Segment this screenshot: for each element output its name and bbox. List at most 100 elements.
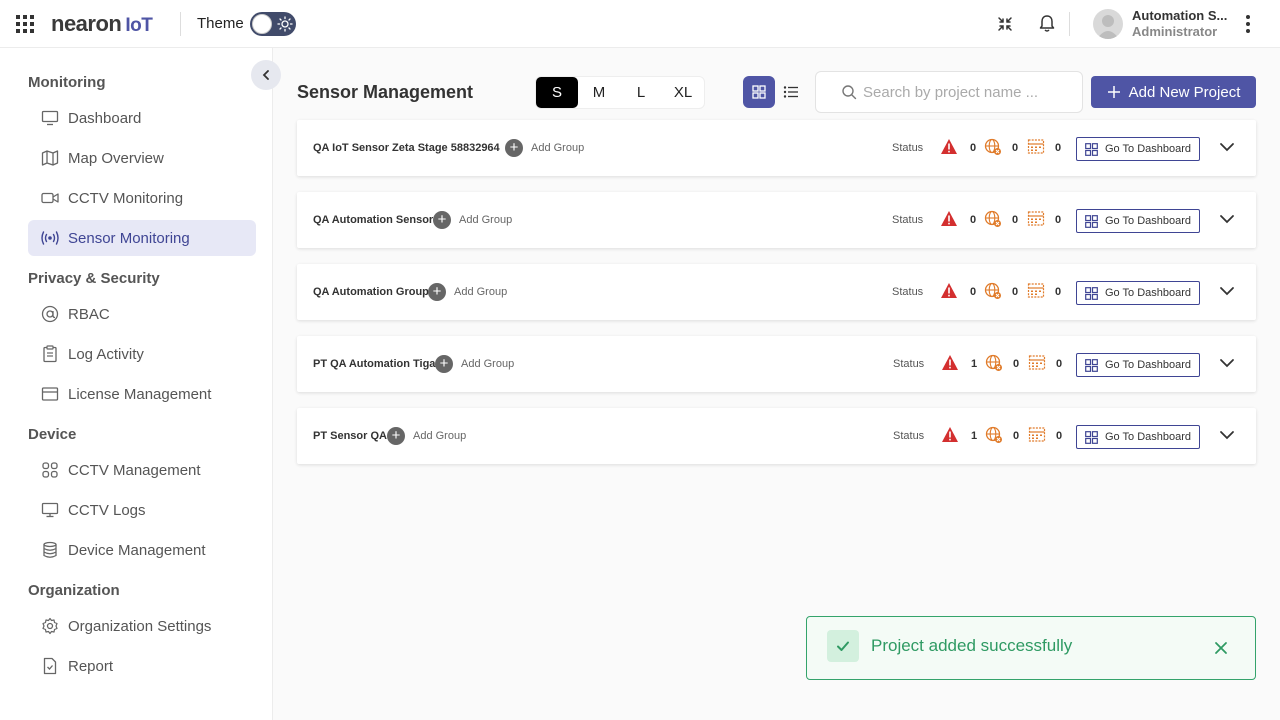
sidebar-item-label: RBAC [68,305,110,323]
project-name: QA IoT Sensor Zeta Stage 58832964 [313,142,500,154]
calendar-count: 0 [1056,358,1063,370]
sidebar: Monitoring Dashboard Map Overview CCTV M… [0,48,281,720]
project-card[interactable]: PT QA Automation Tiga + Add Group Status 1 0 0… [297,336,1256,392]
go-to-dashboard-button[interactable]: Go To Dashboard [1076,281,1200,305]
grid-view-button[interactable] [743,76,775,108]
toggle-knob [252,14,272,34]
sidebar-item-cctv-monitoring[interactable]: CCTV Monitoring [28,180,256,216]
calendar-schedule-icon [1028,427,1046,442]
warning-icon [941,211,957,226]
sidebar-item-organization-settings[interactable]: Organization Settings [28,608,256,644]
app-logo[interactable]: nearon IoT [51,11,153,37]
apps-grid-icon[interactable] [16,15,34,33]
status-label: Status [892,142,924,154]
add-group-button[interactable]: + Add Group [433,211,512,229]
go-to-dashboard-label: Go To Dashboard [1104,215,1192,227]
avatar[interactable] [1093,9,1123,39]
bell-icon[interactable] [1038,14,1056,33]
close-icon[interactable] [1213,640,1229,656]
theme-toggle[interactable] [250,12,296,36]
add-group-button[interactable]: + Add Group [387,427,466,445]
sidebar-item-license-management[interactable]: License Management [28,376,256,412]
add-group-button[interactable]: + Add Group [428,283,507,301]
sidebar-item-cctv-management[interactable]: CCTV Management [28,452,256,488]
alert-count: 0 [970,142,977,154]
chevron-down-icon[interactable] [1219,283,1235,299]
network-globe-icon [984,138,1001,155]
more-options-icon[interactable] [1246,15,1250,36]
desktop-icon [40,500,60,520]
calendar-schedule-icon [1027,283,1045,298]
logo-main: nearon [51,11,122,36]
search-icon [842,85,857,100]
calendar-schedule-icon [1027,139,1045,154]
collapse-sidebar-button[interactable] [251,60,281,90]
go-to-dashboard-button[interactable]: Go To Dashboard [1076,353,1200,377]
sidebar-item-label: Report [68,657,114,675]
chevron-down-icon[interactable] [1219,355,1235,371]
dashboard-grid-icon [1085,430,1098,444]
size-option-s[interactable]: S [536,77,578,108]
theme-label: Theme [197,15,244,32]
section-title-organization: Organization [28,582,120,599]
project-name: PT Sensor QA [313,430,387,442]
sidebar-item-cctv-logs[interactable]: CCTV Logs [28,492,256,528]
user-avatar-icon [1097,15,1119,39]
network-count: 0 [1012,214,1019,226]
sidebar-item-sensor-monitoring[interactable]: Sensor Monitoring [28,220,256,256]
list-view-button[interactable] [775,76,807,108]
dashboard-grid-icon [1085,142,1098,156]
network-count: 0 [1013,358,1020,370]
project-card[interactable]: QA Automation Group + Add Group Status 0 0 0 Go… [297,264,1256,320]
sidebar-item-label: License Management [68,385,212,403]
sidebar-item-report[interactable]: Report [28,648,256,684]
top-bar: nearon IoT Theme Automation S... Adminis… [0,0,1280,48]
exit-fullscreen-icon[interactable] [997,16,1013,32]
gear-icon [40,616,60,636]
go-to-dashboard-button[interactable]: Go To Dashboard [1076,137,1200,161]
calendar-count: 0 [1055,214,1062,226]
sidebar-item-device-management[interactable]: Device Management [28,532,256,568]
size-option-m[interactable]: M [578,77,620,108]
project-card[interactable]: QA IoT Sensor Zeta Stage 58832964 + Add Gr… [297,120,1256,176]
sidebar-item-rbac[interactable]: RBAC [28,296,256,332]
go-to-dashboard-button[interactable]: Go To Dashboard [1076,209,1200,233]
success-toast: Project added successfully [806,616,1256,680]
file-check-icon [40,656,60,676]
project-name: QA Automation Group [313,286,429,298]
warning-icon [941,139,957,154]
network-globe-icon [984,210,1001,227]
add-group-button[interactable]: + Add Group [435,355,514,373]
plus-circle-icon: + [387,427,405,445]
go-to-dashboard-button[interactable]: Go To Dashboard [1076,425,1200,449]
section-title-monitoring: Monitoring [28,74,106,91]
dashboard-grid-icon [1085,358,1098,372]
check-icon [827,630,859,662]
alert-count: 1 [971,430,978,442]
network-globe-icon [985,426,1002,443]
project-card[interactable]: PT Sensor QA + Add Group Status 1 0 0 Go To Das… [297,408,1256,464]
status-label: Status [892,214,924,226]
database-icon [40,540,60,560]
search-input[interactable] [863,83,1073,101]
size-option-l[interactable]: L [620,77,662,108]
sidebar-item-map-overview[interactable]: Map Overview [28,140,256,176]
chevron-down-icon[interactable] [1219,211,1235,227]
add-group-button[interactable]: + Add Group [505,139,584,157]
alert-count: 0 [970,286,977,298]
sidebar-item-log-activity[interactable]: Log Activity [28,336,256,372]
video-camera-icon [40,188,60,208]
section-title-privacy-security: Privacy & Security [28,270,160,287]
add-new-project-button[interactable]: Add New Project [1091,76,1256,108]
network-count: 0 [1012,142,1019,154]
user-name[interactable]: Automation S... [1132,8,1227,23]
divider [180,12,181,36]
chevron-down-icon[interactable] [1219,139,1235,155]
project-card[interactable]: QA Automation Sensor + Add Group Status 0 0 0 G… [297,192,1256,248]
chevron-down-icon[interactable] [1219,427,1235,443]
plus-circle-icon: + [435,355,453,373]
network-globe-icon [985,354,1002,371]
size-option-xl[interactable]: XL [662,77,704,108]
go-to-dashboard-label: Go To Dashboard [1104,143,1192,155]
sidebar-item-dashboard[interactable]: Dashboard [28,100,256,136]
